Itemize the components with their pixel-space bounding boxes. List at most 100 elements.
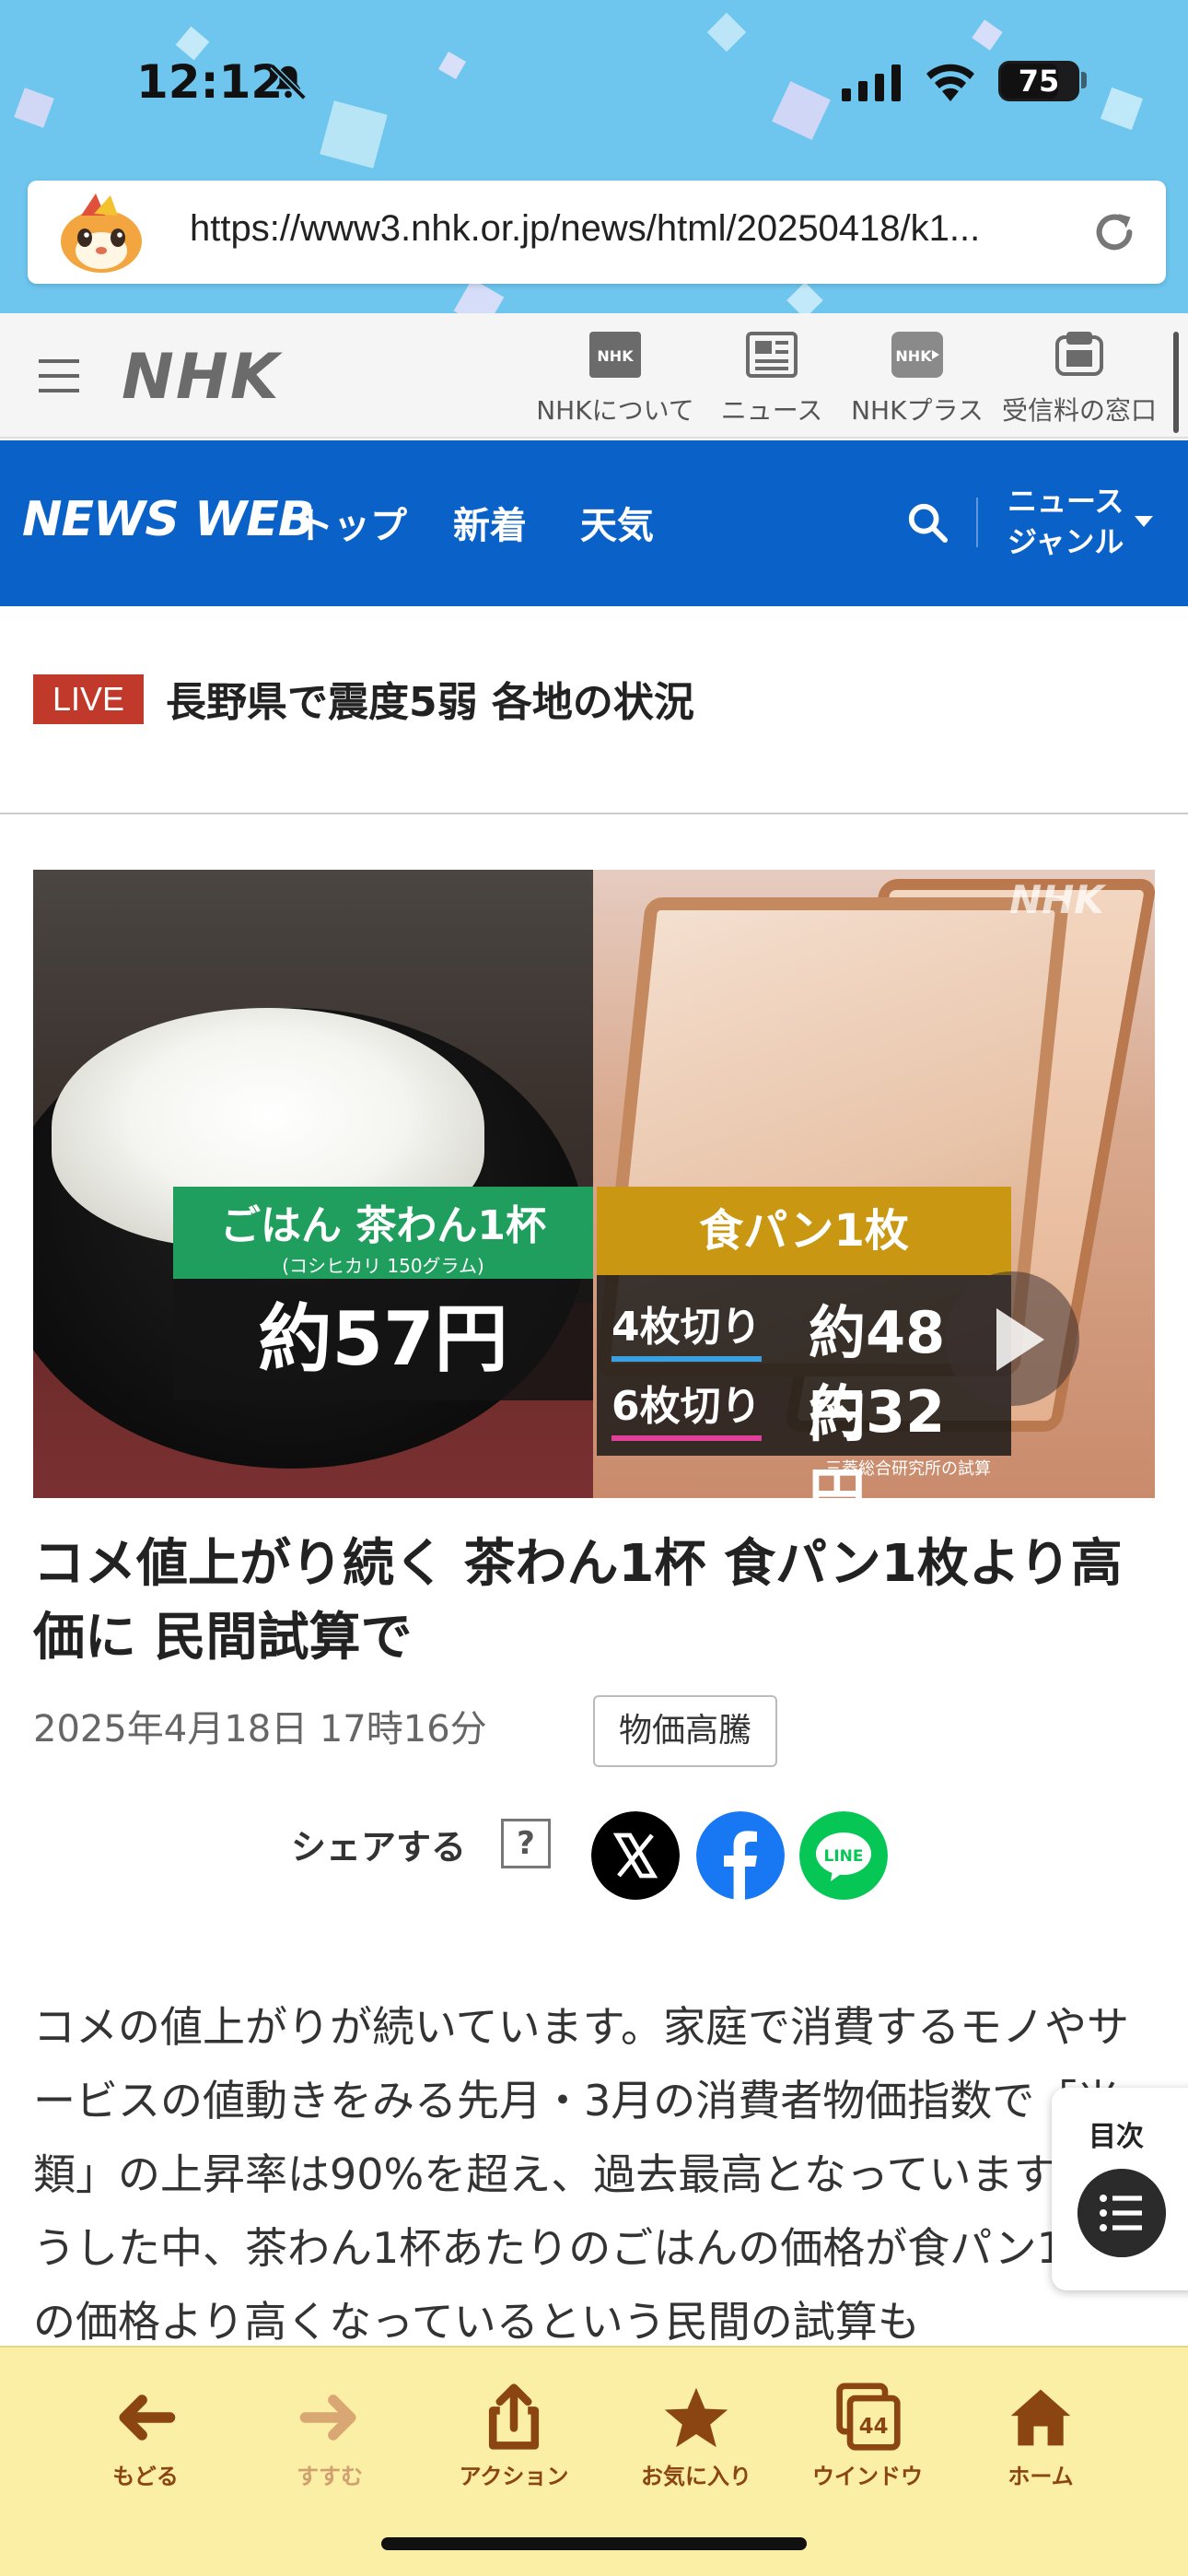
- action-button[interactable]: アクション: [440, 2383, 588, 2490]
- mascot-icon: [61, 193, 142, 273]
- hamburger-menu-icon[interactable]: [35, 352, 83, 400]
- browser-top-chrome: 12:12 75 https://www3.nhk.or.jp/news/htm…: [0, 0, 1188, 313]
- bread-row: 6枚切り 約32円: [611, 1365, 998, 1498]
- topic-tag[interactable]: 物価高騰: [593, 1695, 778, 1767]
- share-label: シェアする: [291, 1827, 467, 1868]
- bread-row: 4枚切り 約48円: [611, 1286, 998, 1449]
- news-web-logo[interactable]: NEWS WEB: [22, 492, 314, 547]
- help-icon[interactable]: ?: [501, 1819, 551, 1868]
- live-headline[interactable]: 長野県で震度5弱 各地の状況: [166, 669, 694, 728]
- nav-nhk-plus[interactable]: NHK NHKプラス: [844, 332, 991, 427]
- scroll-indicator[interactable]: [1173, 332, 1179, 433]
- toolbar-label: ウインドウ: [812, 2464, 923, 2489]
- nhk-icon: NHK: [589, 332, 641, 378]
- search-icon[interactable]: [906, 501, 949, 544]
- svg-text:NHK: NHK: [895, 347, 932, 365]
- back-arrow-icon: [119, 2395, 176, 2441]
- home-indicator[interactable]: [381, 2537, 807, 2550]
- bread-cut-label: 4枚切り: [611, 1294, 762, 1362]
- toolbar-label: もどる: [112, 2464, 179, 2489]
- nav-weather[interactable]: 天気: [580, 496, 654, 549]
- confetti-decoration: [706, 12, 747, 53]
- bell-muted-icon: [270, 64, 307, 100]
- confetti-decoration: [786, 282, 823, 313]
- toolbar-label: ホーム: [1007, 2464, 1074, 2489]
- reception-icon: [1055, 332, 1103, 376]
- status-time: 12:12: [136, 55, 284, 109]
- toc-label: 目次: [1089, 2121, 1144, 2153]
- nhk-watermark: NHK: [1009, 877, 1104, 922]
- reload-icon[interactable]: [1089, 206, 1140, 258]
- news-web-nav: NEWS WEB トップ 新着 天気 ニュース ジャンル: [0, 440, 1188, 606]
- nav-label: 受信料の窓口: [1001, 395, 1157, 426]
- forward-arrow-icon: [299, 2395, 356, 2441]
- article-body: コメの値上がりが続いています。家庭で消費するモノやサービスの値動きをみる先月・3…: [33, 2002, 1136, 2347]
- windows-button[interactable]: 44 ウインドウ: [794, 2383, 941, 2490]
- confetti-decoration: [772, 81, 831, 140]
- play-button[interactable]: [945, 1271, 1079, 1406]
- back-button[interactable]: もどる: [72, 2383, 219, 2490]
- rice-photo: [33, 870, 593, 1498]
- toolbar-label: アクション: [459, 2464, 569, 2489]
- play-icon: [996, 1308, 1044, 1371]
- article-date: 2025年4月18日 17時16分: [33, 1708, 487, 1751]
- newspaper-icon: [746, 332, 798, 378]
- nav-news[interactable]: ニュース: [716, 332, 827, 427]
- confetti-decoration: [453, 278, 505, 313]
- rice-label-main: ごはん 茶わん1杯: [220, 1202, 546, 1249]
- wifi-icon: [926, 64, 974, 101]
- bread-cut-label: 6枚切り: [611, 1373, 762, 1441]
- live-banner[interactable]: LIVE 長野県で震度5弱 各地の状況: [0, 606, 1188, 814]
- toolbar-label: すすむ: [297, 2464, 363, 2489]
- battery-indicator: 75: [998, 61, 1079, 101]
- cellular-signal-icon: [842, 64, 901, 101]
- nhk-logo[interactable]: NHK: [122, 341, 281, 414]
- rice-price: 約57円: [258, 1296, 508, 1382]
- confetti-decoration: [437, 51, 467, 80]
- hero-image[interactable]: NHK ごはん 茶わん1杯 (コシヒカリ 150グラム) 約57円 食パン1枚 …: [33, 870, 1155, 1498]
- star-icon: [664, 2387, 728, 2448]
- nav-label: NHKプラス: [851, 395, 984, 426]
- confetti-decoration: [1100, 87, 1144, 131]
- genre-label-line2: ジャンル: [1007, 524, 1124, 559]
- genre-label-line1: ニュース: [1007, 484, 1124, 519]
- article-title: コメ値上がり続く 茶わん1杯 食パン1枚より高価に 民間試算で: [33, 1534, 1123, 1668]
- svg-text:NHK: NHK: [597, 347, 634, 365]
- nav-nhk-about[interactable]: NHK NHKについて: [532, 332, 698, 427]
- nav-divider: [976, 498, 978, 547]
- list-icon[interactable]: [1077, 2169, 1166, 2257]
- share-icon: [488, 2383, 540, 2450]
- facebook-share-icon[interactable]: [696, 1811, 785, 1900]
- source-credit: 三菱総合研究所の試算: [825, 1459, 991, 1479]
- confetti-decoration: [972, 19, 1003, 51]
- rice-label: ごはん 茶わん1杯 (コシヒカリ 150グラム): [173, 1187, 593, 1279]
- line-share-icon[interactable]: LINE: [799, 1811, 888, 1900]
- toolbar-label: お気に入り: [641, 2464, 751, 2489]
- live-badge: LIVE: [33, 674, 144, 724]
- window-count-badge: 44: [859, 2415, 889, 2439]
- rice-label-sub: (コシヒカリ 150グラム): [282, 1255, 484, 1277]
- confetti-decoration: [14, 88, 54, 128]
- home-button[interactable]: ホーム: [967, 2383, 1114, 2490]
- nhk-plus-icon: NHK: [891, 332, 943, 378]
- windows-icon: 44: [836, 2383, 901, 2451]
- rice-price-box: 約57円: [173, 1279, 593, 1400]
- battery-percent: 75: [1018, 64, 1060, 99]
- x-share-icon[interactable]: [591, 1811, 680, 1900]
- forward-button[interactable]: すすむ: [256, 2383, 403, 2490]
- address-bar[interactable]: https://www3.nhk.or.jp/news/html/2025041…: [28, 181, 1166, 284]
- nav-latest[interactable]: 新着: [453, 496, 527, 549]
- toc-panel[interactable]: 目次: [1052, 2088, 1188, 2290]
- nav-top[interactable]: トップ: [297, 496, 407, 549]
- chevron-down-icon: [1135, 516, 1153, 527]
- url-text[interactable]: https://www3.nhk.or.jp/news/html/2025041…: [190, 208, 1092, 250]
- nav-reception[interactable]: 受信料の窓口: [996, 332, 1162, 427]
- battery-tip: [1081, 72, 1087, 88]
- bread-label: 食パン1枚: [597, 1187, 1011, 1275]
- favorites-button[interactable]: お気に入り: [623, 2383, 770, 2490]
- nhk-top-bar: NHK NHK NHKについて ニュース NHK NHKプラス 受信料の窓口: [0, 313, 1188, 439]
- bread-price-box: 4枚切り 約48円 6枚切り 約32円: [597, 1275, 1011, 1498]
- confetti-decoration: [320, 100, 388, 169]
- genre-menu-button[interactable]: ニュース ジャンル: [1007, 481, 1124, 562]
- nav-label: ニュース: [720, 395, 823, 426]
